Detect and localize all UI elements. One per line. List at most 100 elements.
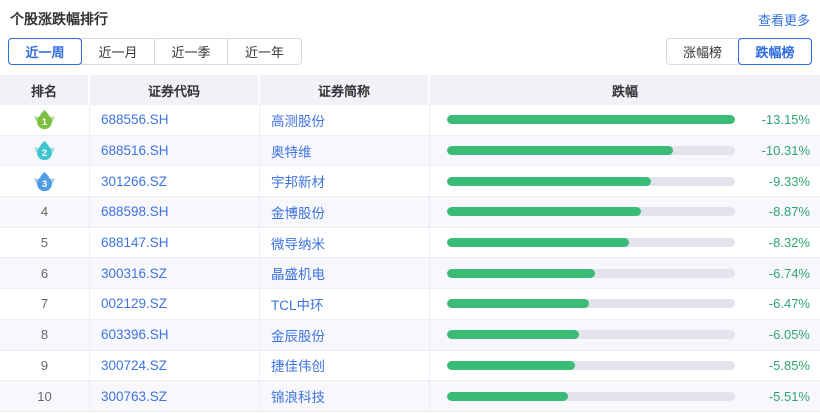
change-bar-fill (447, 299, 589, 308)
change-bar-track (447, 299, 735, 308)
stock-name-link[interactable]: 金辰股份 (260, 320, 430, 350)
tab-近一月[interactable]: 近一月 (82, 39, 155, 64)
svg-text:1: 1 (42, 118, 48, 129)
change-cell: -8.32% (430, 228, 820, 258)
change-percent-label: -10.31% (735, 143, 810, 158)
rank-medal-icon: 2 (33, 140, 56, 161)
rank-cell: 1 (0, 105, 90, 135)
change-bar-track (447, 361, 735, 370)
stock-code-link[interactable]: 300724.SZ (90, 351, 260, 381)
tab-近一周[interactable]: 近一周 (9, 39, 82, 64)
change-bar-fill (447, 330, 579, 339)
table-row: 10300763.SZ锦浪科技 -5.51% (0, 381, 820, 412)
change-cell: -5.51% (430, 381, 820, 411)
table-row: 4688598.SH金博股份 -8.87% (0, 197, 820, 228)
change-bar-track (447, 177, 735, 186)
table-row: 1 688556.SH高测股份 -13.15% (0, 105, 820, 136)
table-row: 3 301266.SZ宇邦新材 -9.33% (0, 166, 820, 197)
change-cell: -6.74% (430, 258, 820, 288)
change-percent-label: -5.85% (735, 358, 810, 373)
column-header-1: 证券代码 (90, 75, 260, 105)
change-bar-fill (447, 177, 651, 186)
change-cell: -5.85% (430, 351, 820, 381)
change-cell: -13.15% (430, 105, 820, 135)
rank-cell: 5 (0, 228, 90, 258)
rank-cell: 3 (0, 166, 90, 196)
table-row: 9300724.SZ捷佳伟创 -5.85% (0, 351, 820, 382)
rank-cell: 2 (0, 136, 90, 166)
stock-change-ranking-widget: 个股涨跌幅排行 查看更多 近一周近一月近一季近一年 涨幅榜跌幅榜 排名证券代码证… (0, 0, 820, 413)
table-row: 5688147.SH微导纳米 -8.32% (0, 228, 820, 259)
stock-code-link[interactable]: 688598.SH (90, 197, 260, 227)
tab-近一年[interactable]: 近一年 (228, 39, 301, 64)
change-percent-label: -8.32% (735, 235, 810, 250)
board-toggle: 涨幅榜跌幅榜 (666, 38, 812, 65)
widget-header: 个股涨跌幅排行 查看更多 (0, 0, 820, 29)
change-percent-label: -8.87% (735, 204, 810, 219)
stock-name-link[interactable]: 金博股份 (260, 197, 430, 227)
change-cell: -6.05% (430, 320, 820, 350)
change-bar-fill (447, 115, 735, 124)
stock-name-link[interactable]: 晶盛机电 (260, 258, 430, 288)
table-header-row: 排名证券代码证券简称跌幅 (0, 75, 820, 105)
change-percent-label: -6.47% (735, 296, 810, 311)
period-tabs: 近一周近一月近一季近一年 (8, 38, 302, 65)
change-bar-fill (447, 146, 673, 155)
change-percent-label: -9.33% (735, 174, 810, 189)
change-bar-track (447, 207, 735, 216)
stock-code-link[interactable]: 688147.SH (90, 228, 260, 258)
change-bar-track (447, 392, 735, 401)
stock-name-link[interactable]: 奥特维 (260, 136, 430, 166)
page-title: 个股涨跌幅排行 (10, 9, 108, 29)
view-more-link[interactable]: 查看更多 (758, 10, 810, 29)
stock-code-link[interactable]: 603396.SH (90, 320, 260, 350)
column-header-2: 证券简称 (260, 75, 430, 105)
change-cell: -9.33% (430, 166, 820, 196)
stock-name-link[interactable]: TCL中环 (260, 289, 430, 319)
stock-name-link[interactable]: 高测股份 (260, 105, 430, 135)
rank-medal-icon: 1 (33, 109, 56, 130)
rank-cell: 10 (0, 381, 90, 411)
table-row: 2 688516.SH奥特维 -10.31% (0, 136, 820, 167)
ranking-table: 排名证券代码证券简称跌幅 1 688556.SH高测股份 -13.15% 2 68851… (0, 75, 820, 412)
svg-text:3: 3 (42, 179, 47, 190)
change-percent-label: -6.74% (735, 266, 810, 281)
change-bar-fill (447, 238, 629, 247)
stock-code-link[interactable]: 301266.SZ (90, 166, 260, 196)
rank-cell: 9 (0, 351, 90, 381)
table-row: 6300316.SZ晶盛机电 -6.74% (0, 258, 820, 289)
change-bar-track (447, 330, 735, 339)
rank-medal-icon: 3 (33, 171, 56, 192)
change-bar-track (447, 115, 735, 124)
rank-cell: 7 (0, 289, 90, 319)
table-row: 8603396.SH金辰股份-6.05% (0, 320, 820, 351)
rank-cell: 4 (0, 197, 90, 227)
change-bar-fill (447, 361, 575, 370)
change-cell: -6.47% (430, 289, 820, 319)
change-bar-track (447, 269, 735, 278)
column-header-3: 跌幅 (430, 75, 820, 105)
table-body: 1 688556.SH高测股份 -13.15% 2 688516.SH奥特维 -10.31… (0, 105, 820, 412)
stock-code-link[interactable]: 688556.SH (90, 105, 260, 135)
toggle-跌幅榜[interactable]: 跌幅榜 (739, 39, 811, 64)
controls-bar: 近一周近一月近一季近一年 涨幅榜跌幅榜 (0, 38, 820, 65)
toggle-涨幅榜[interactable]: 涨幅榜 (667, 39, 739, 64)
rank-cell: 6 (0, 258, 90, 288)
tab-近一季[interactable]: 近一季 (155, 39, 228, 64)
stock-name-link[interactable]: 捷佳伟创 (260, 351, 430, 381)
stock-name-link[interactable]: 宇邦新材 (260, 166, 430, 196)
svg-text:2: 2 (42, 148, 47, 159)
change-cell: -8.87% (430, 197, 820, 227)
stock-code-link[interactable]: 002129.SZ (90, 289, 260, 319)
rank-cell: 8 (0, 320, 90, 350)
column-header-0: 排名 (0, 75, 90, 105)
stock-code-link[interactable]: 300316.SZ (90, 258, 260, 288)
change-bar-track (447, 238, 735, 247)
stock-name-link[interactable]: 微导纳米 (260, 228, 430, 258)
change-percent-label: -5.51% (735, 389, 810, 404)
stock-code-link[interactable]: 300763.SZ (90, 381, 260, 411)
stock-name-link[interactable]: 锦浪科技 (260, 381, 430, 411)
change-percent-label: -13.15% (735, 112, 810, 127)
change-bar-fill (447, 392, 568, 401)
stock-code-link[interactable]: 688516.SH (90, 136, 260, 166)
